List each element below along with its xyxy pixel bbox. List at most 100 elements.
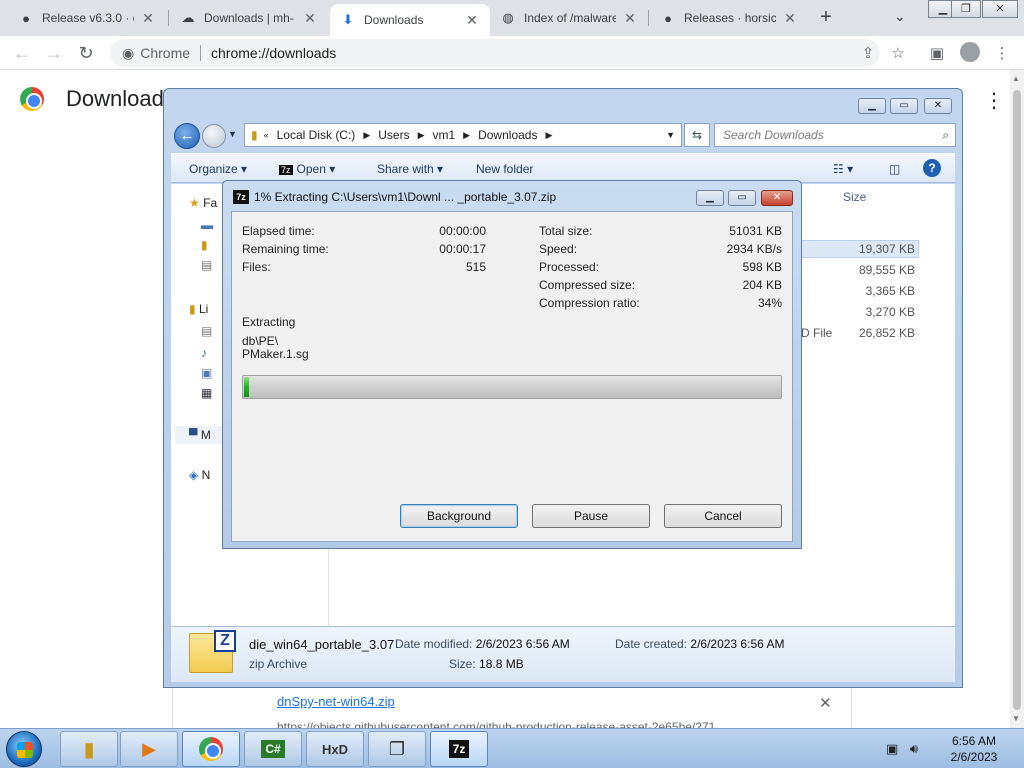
- reload-icon[interactable]: ↻: [74, 41, 98, 65]
- compressed-size-label: Compressed size:: [539, 278, 636, 292]
- videos-icon[interactable]: ▦: [201, 386, 212, 400]
- github-icon: ●: [664, 10, 672, 26]
- dialog-body: Elapsed time: 00:00:00 Remaining time: 0…: [231, 211, 793, 542]
- explorer-search-input[interactable]: Search Downloads ⌕: [714, 123, 956, 147]
- files-value: 515: [465, 260, 486, 274]
- tab-downloads[interactable]: ⬇ Downloads ✕: [330, 4, 490, 36]
- volume-icon[interactable]: 🔊︎: [910, 741, 918, 756]
- help-icon[interactable]: ?: [923, 159, 941, 177]
- recent-pages-icon[interactable]: ▼: [228, 129, 237, 139]
- github-icon: ●: [22, 10, 30, 26]
- progress-fill: [244, 377, 250, 397]
- taskbar-clock[interactable]: 6:56 AM 2/6/2023: [944, 733, 1004, 765]
- music-icon[interactable]: ♪: [201, 346, 207, 360]
- share-with-menu[interactable]: Share with ▾: [377, 162, 443, 176]
- organize-menu[interactable]: Organize ▾: [189, 162, 247, 176]
- tab-downloads-mh[interactable]: ☁ Downloads | mh- ✕: [170, 4, 328, 32]
- star-icon[interactable]: ☆: [888, 44, 908, 64]
- media-player-icon: ▶: [142, 738, 156, 759]
- explorer-address-bar[interactable]: ▮ « Local Disk (C:) ▶ Users ▶ vm1 ▶ Down…: [244, 123, 682, 147]
- processed-value: 598 KB: [742, 260, 782, 274]
- downloads-folder-icon[interactable]: ▮: [201, 238, 208, 252]
- desktop-icon[interactable]: ▬: [201, 218, 213, 232]
- start-button[interactable]: [6, 731, 42, 767]
- chrome-tabstrip: ● Release v6.3.0 · d ✕ ☁ Downloads | mh-…: [0, 0, 1024, 36]
- pause-button[interactable]: Pause: [532, 504, 650, 528]
- downloads-header: Download: [20, 86, 164, 112]
- taskbar-windows[interactable]: ❐: [368, 731, 426, 767]
- tab-separator: [168, 10, 169, 26]
- restore-button[interactable]: ❐: [951, 0, 981, 18]
- view-options-icon[interactable]: ☷ ▾: [833, 162, 853, 176]
- forward-arrow-icon[interactable]: →: [42, 41, 66, 65]
- share-icon[interactable]: ⇪: [858, 44, 878, 64]
- recent-places-icon[interactable]: ▤: [201, 258, 212, 272]
- breadcrumb-vm1[interactable]: vm1: [433, 128, 456, 142]
- back-arrow-icon[interactable]: ←: [10, 41, 34, 65]
- scrollbar-thumb[interactable]: [1013, 90, 1021, 710]
- taskbar-7zip[interactable]: 7z: [430, 731, 488, 767]
- tab-releases-horsicq[interactable]: ● Releases · horsicq ✕: [650, 4, 808, 32]
- download-file-link[interactable]: dnSpy-net-win64.zip: [277, 694, 395, 709]
- nav-libraries[interactable]: ▮ Li: [189, 302, 208, 316]
- nav-favorites[interactable]: ★ Fa: [189, 196, 217, 210]
- explorer-refresh-button[interactable]: ⇆: [684, 123, 710, 147]
- network-tray-icon[interactable]: ▣: [886, 741, 898, 756]
- explorer-minimize-button[interactable]: ▁: [858, 98, 886, 114]
- tab-release-v6[interactable]: ● Release v6.3.0 · d ✕: [8, 4, 166, 32]
- explorer-back-button[interactable]: ←: [174, 123, 200, 149]
- dialog-maximize-button[interactable]: ▭: [728, 190, 756, 206]
- omnibox[interactable]: ◉ Chrome chrome://downloads: [110, 39, 880, 67]
- new-folder-button[interactable]: New folder: [476, 162, 533, 176]
- close-icon[interactable]: ✕: [622, 10, 638, 27]
- taskbar-csharp[interactable]: C#: [244, 731, 302, 767]
- explorer-maximize-button[interactable]: ▭: [890, 98, 918, 114]
- side-panel-icon[interactable]: ▣: [927, 44, 947, 64]
- taskbar-explorer[interactable]: ▮: [60, 731, 118, 767]
- close-icon[interactable]: ✕: [140, 10, 156, 27]
- scroll-up-icon[interactable]: ▲: [1012, 74, 1020, 83]
- remove-download-icon[interactable]: ✕: [819, 694, 832, 712]
- preview-pane-icon[interactable]: ◫: [889, 162, 900, 176]
- address-dropdown-icon[interactable]: ▼: [666, 130, 675, 140]
- taskbar-media-player[interactable]: ▶: [120, 731, 178, 767]
- selected-file-name: die_win64_portable_3.07: [249, 637, 395, 652]
- cancel-button[interactable]: Cancel: [664, 504, 782, 528]
- scroll-down-icon[interactable]: ▼: [1012, 714, 1020, 723]
- background-button[interactable]: Background: [400, 504, 518, 528]
- breadcrumb-local-disk[interactable]: Local Disk (C:): [277, 128, 356, 142]
- download-card: dnSpy-net-win64.zip ✕ https://objects.gi…: [172, 686, 852, 734]
- breadcrumb-users[interactable]: Users: [378, 128, 409, 142]
- breadcrumb-downloads[interactable]: Downloads: [478, 128, 537, 142]
- open-menu[interactable]: 7z Open ▾: [279, 162, 335, 176]
- chrome-icon: [199, 737, 223, 761]
- column-header-size[interactable]: Size: [843, 190, 866, 204]
- close-icon[interactable]: ✕: [782, 10, 798, 27]
- dialog-minimize-button[interactable]: ▁: [696, 190, 724, 206]
- url-text: chrome://downloads: [211, 45, 337, 61]
- explorer-close-button[interactable]: ✕: [924, 98, 952, 114]
- close-icon[interactable]: ✕: [302, 10, 318, 27]
- taskbar-hxd[interactable]: HxD: [306, 731, 364, 767]
- explorer-address-row: ← ▼ ▮ « Local Disk (C:) ▶ Users ▶ vm1 ▶ …: [172, 121, 956, 149]
- menu-kebab-icon[interactable]: ⋮: [992, 44, 1012, 64]
- documents-icon[interactable]: ▤: [201, 324, 212, 338]
- new-tab-button[interactable]: +: [814, 6, 838, 30]
- downloads-menu-icon[interactable]: ⋮: [984, 88, 1004, 113]
- file-type: D File: [801, 326, 833, 340]
- compression-ratio-value: 34%: [757, 296, 782, 310]
- tab-index-of-malware[interactable]: ◍ Index of /malware ✕: [490, 4, 648, 32]
- nav-network[interactable]: ◈ N: [189, 468, 210, 482]
- tab-search-icon[interactable]: ⌄: [894, 8, 906, 25]
- close-window-button[interactable]: ✕: [982, 0, 1018, 18]
- dialog-close-button[interactable]: ✕: [761, 190, 793, 206]
- windows-logo-icon: [17, 742, 33, 758]
- profile-avatar[interactable]: [960, 42, 980, 62]
- explorer-forward-button[interactable]: [202, 124, 226, 148]
- dialog-title: 7z 1% Extracting C:\Users\vm1\Downl ... …: [233, 190, 556, 204]
- processed-label: Processed:: [539, 260, 600, 274]
- close-icon[interactable]: ✕: [464, 12, 480, 29]
- page-scrollbar[interactable]: ▲ ▼: [1010, 70, 1024, 728]
- taskbar-chrome[interactable]: [182, 731, 240, 767]
- pictures-icon[interactable]: ▣: [201, 366, 212, 380]
